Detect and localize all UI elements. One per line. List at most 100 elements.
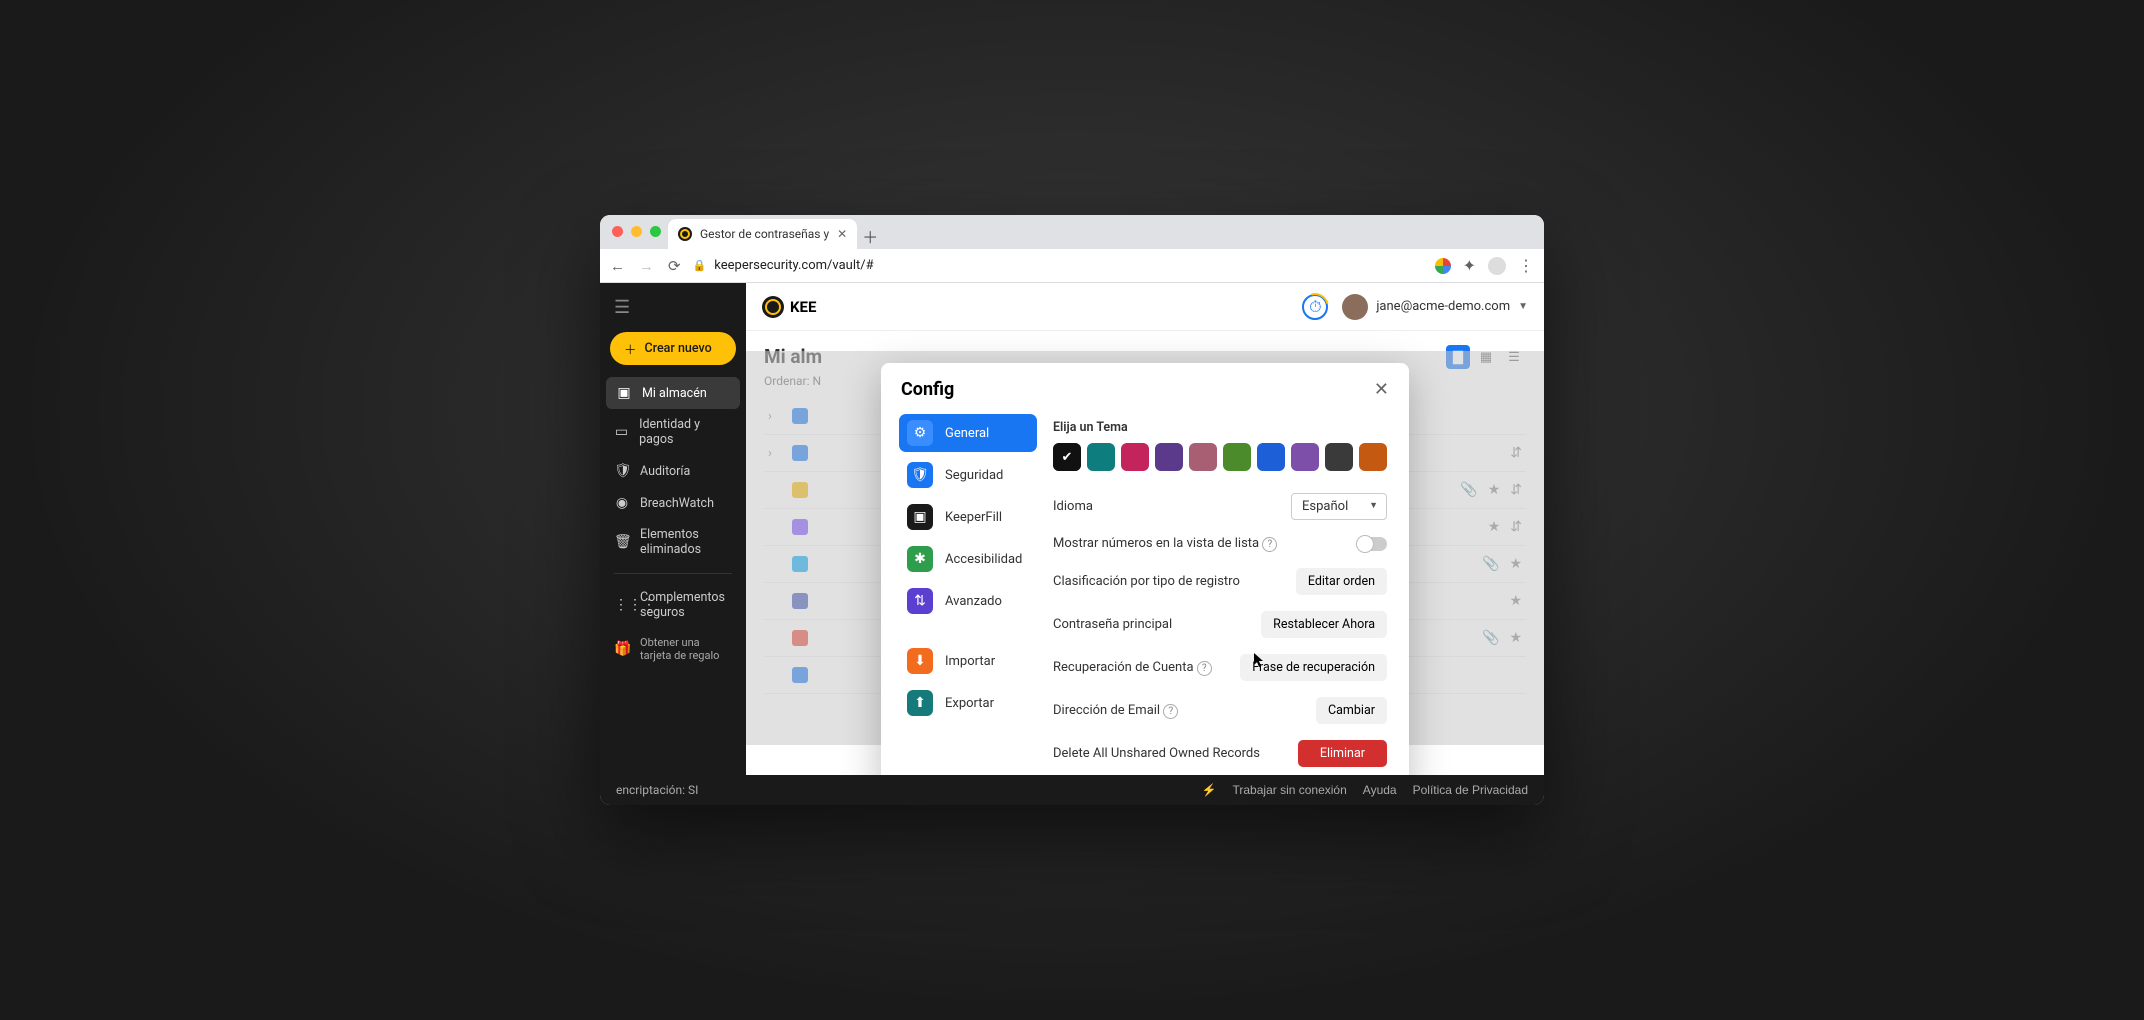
new-tab-button[interactable]: ＋ bbox=[857, 223, 883, 249]
reset-now-button[interactable]: Restablecer Ahora bbox=[1261, 611, 1387, 638]
sidebar-item-identity[interactable]: ▭ Identidad y pagos bbox=[600, 409, 746, 455]
sidebar-item-vault[interactable]: ▣ Mi almacén bbox=[606, 377, 740, 409]
user-email: jane@acme-demo.com bbox=[1376, 299, 1510, 314]
sidebar-item-label: Obtener una tarjeta de regalo bbox=[640, 636, 732, 662]
reload-button[interactable]: ⟳ bbox=[668, 257, 681, 275]
language-value: Español bbox=[1302, 499, 1348, 514]
window-controls bbox=[612, 226, 661, 237]
sort-type-label: Clasificación por tipo de registro bbox=[1053, 574, 1286, 589]
modal-title: Config bbox=[901, 379, 954, 400]
show-numbers-toggle[interactable] bbox=[1357, 537, 1387, 551]
minimize-window[interactable] bbox=[631, 226, 642, 237]
privacy-link[interactable]: Política de Privacidad bbox=[1413, 783, 1528, 797]
help-icon[interactable]: ? bbox=[1262, 537, 1277, 552]
sidebar-item-label: Complementos seguros bbox=[640, 590, 732, 620]
settings-tab-export[interactable]: ⬆ Exportar bbox=[899, 684, 1037, 722]
vault-icon: ▣ bbox=[616, 385, 632, 401]
address-bar[interactable]: 🔒 keepersecurity.com/vault/# bbox=[693, 258, 1423, 273]
profile-icon[interactable] bbox=[1488, 257, 1506, 275]
chevron-down-icon: ▼ bbox=[1518, 301, 1528, 312]
theme-swatch[interactable] bbox=[1189, 443, 1217, 471]
theme-swatch[interactable] bbox=[1223, 443, 1251, 471]
sync-status-icon[interactable]: ⏱ bbox=[1302, 294, 1328, 320]
settings-pane-general: Elija un Tema Idioma Español Mostrar núm… bbox=[1047, 408, 1409, 775]
settings-tab-advanced[interactable]: ⇅ Avanzado bbox=[899, 582, 1037, 620]
url-text: keepersecurity.com/vault/# bbox=[714, 258, 873, 273]
theme-swatch[interactable] bbox=[1359, 443, 1387, 471]
recovery-label: Recuperación de Cuenta ? bbox=[1053, 660, 1230, 676]
settings-tab-label: Exportar bbox=[945, 696, 994, 711]
close-window[interactable] bbox=[612, 226, 623, 237]
setting-row-master-password: Contraseña principal Restablecer Ahora bbox=[1053, 603, 1387, 646]
setting-row-sort-type: Clasificación por tipo de registro Edita… bbox=[1053, 560, 1387, 603]
sidebar-item-breachwatch[interactable]: ◉ BreachWatch bbox=[600, 487, 746, 519]
settings-tab-accessibility[interactable]: ✱ Accesibilidad bbox=[899, 540, 1037, 578]
divider bbox=[614, 573, 732, 574]
theme-swatch[interactable] bbox=[1291, 443, 1319, 471]
eye-icon: ◉ bbox=[614, 495, 630, 511]
help-link[interactable]: Ayuda bbox=[1363, 783, 1397, 797]
settings-tab-general[interactable]: ⚙ General bbox=[899, 414, 1037, 452]
logo-icon bbox=[762, 296, 784, 318]
help-icon[interactable]: ? bbox=[1163, 704, 1178, 719]
sidebar-item-deleted[interactable]: 🗑 Elementos eliminados bbox=[600, 519, 746, 565]
maximize-window[interactable] bbox=[650, 226, 661, 237]
menu-toggle-icon[interactable]: ☰ bbox=[600, 293, 746, 328]
theme-swatch[interactable] bbox=[1087, 443, 1115, 471]
settings-tab-label: Accesibilidad bbox=[945, 552, 1022, 567]
offline-link[interactable]: Trabajar sin conexión bbox=[1233, 783, 1347, 797]
settings-tab-import[interactable]: ⬇ Importar bbox=[899, 642, 1037, 680]
avatar bbox=[1342, 294, 1368, 320]
sidebar-item-audit[interactable]: 🛡 Auditoría bbox=[600, 455, 746, 487]
sidebar-item-addons[interactable]: ⋮⋮⋮ Complementos seguros bbox=[600, 582, 746, 628]
settings-modal: Config ✕ ⚙ General 🛡 Seguridad bbox=[881, 363, 1409, 775]
theme-swatch[interactable] bbox=[1121, 443, 1149, 471]
advanced-icon: ⇅ bbox=[907, 588, 933, 614]
url-bar-row: ← → ⟳ 🔒 keepersecurity.com/vault/# ✦ ⋮ bbox=[600, 249, 1544, 283]
setting-row-show-numbers: Mostrar números en la vista de lista ? bbox=[1053, 528, 1387, 560]
browser-tab[interactable]: Gestor de contraseñas y ✕ bbox=[668, 219, 857, 249]
create-new-button[interactable]: ＋ Crear nuevo bbox=[610, 332, 736, 365]
theme-swatch[interactable] bbox=[1053, 443, 1081, 471]
gift-icon: 🎁 bbox=[614, 641, 630, 657]
show-numbers-label: Mostrar números en la vista de lista ? bbox=[1053, 536, 1347, 552]
theme-swatch[interactable] bbox=[1325, 443, 1353, 471]
close-tab-icon[interactable]: ✕ bbox=[837, 227, 847, 241]
settings-tab-label: Avanzado bbox=[945, 594, 1002, 609]
theme-swatches bbox=[1053, 443, 1387, 471]
browser-window: Gestor de contraseñas y ✕ ＋ ← → ⟳ 🔒 keep… bbox=[600, 215, 1544, 805]
sidebar-item-label: Auditoría bbox=[640, 464, 690, 479]
help-icon[interactable]: ? bbox=[1197, 661, 1212, 676]
settings-tab-security[interactable]: 🛡 Seguridad bbox=[899, 456, 1037, 494]
encryption-status: encriptación: SI bbox=[616, 783, 698, 797]
theme-swatch[interactable] bbox=[1155, 443, 1183, 471]
theme-label: Elija un Tema bbox=[1053, 420, 1387, 435]
change-email-button[interactable]: Cambiar bbox=[1316, 697, 1387, 724]
user-menu[interactable]: jane@acme-demo.com ▼ bbox=[1342, 294, 1528, 320]
back-button[interactable]: ← bbox=[610, 257, 625, 275]
sidebar-item-label: Elementos eliminados bbox=[640, 527, 732, 557]
language-select[interactable]: Español bbox=[1291, 493, 1387, 520]
brand-text: KEE bbox=[790, 298, 816, 316]
theme-swatch[interactable] bbox=[1257, 443, 1285, 471]
recovery-phrase-button[interactable]: Frase de recuperación bbox=[1240, 654, 1387, 681]
delete-button[interactable]: Eliminar bbox=[1298, 740, 1387, 767]
close-modal-icon[interactable]: ✕ bbox=[1374, 379, 1389, 400]
extension-color-icon[interactable] bbox=[1435, 258, 1451, 274]
keeperfill-icon: ▣ bbox=[907, 504, 933, 530]
export-icon: ⬆ bbox=[907, 690, 933, 716]
settings-tab-label: Importar bbox=[945, 654, 995, 669]
settings-tab-keeperfill[interactable]: ▣ KeeperFill bbox=[899, 498, 1037, 536]
edit-order-button[interactable]: Editar orden bbox=[1296, 568, 1387, 595]
modal-overlay: Config ✕ ⚙ General 🛡 Seguridad bbox=[746, 351, 1544, 745]
sidebar: ☰ ＋ Crear nuevo ▣ Mi almacén ▭ Identidad… bbox=[600, 283, 746, 775]
lock-icon: 🔒 bbox=[693, 259, 707, 272]
create-new-label: Crear nuevo bbox=[645, 341, 712, 356]
sidebar-item-gift[interactable]: 🎁 Obtener una tarjeta de regalo bbox=[600, 628, 746, 670]
settings-tab-label: Seguridad bbox=[945, 468, 1003, 483]
chrome-menu-icon[interactable]: ⋮ bbox=[1518, 256, 1534, 275]
forward-button[interactable]: → bbox=[639, 257, 654, 275]
gear-icon: ⚙ bbox=[907, 420, 933, 446]
brand: KEE bbox=[762, 296, 816, 318]
extensions-icon[interactable]: ✦ bbox=[1463, 256, 1476, 275]
